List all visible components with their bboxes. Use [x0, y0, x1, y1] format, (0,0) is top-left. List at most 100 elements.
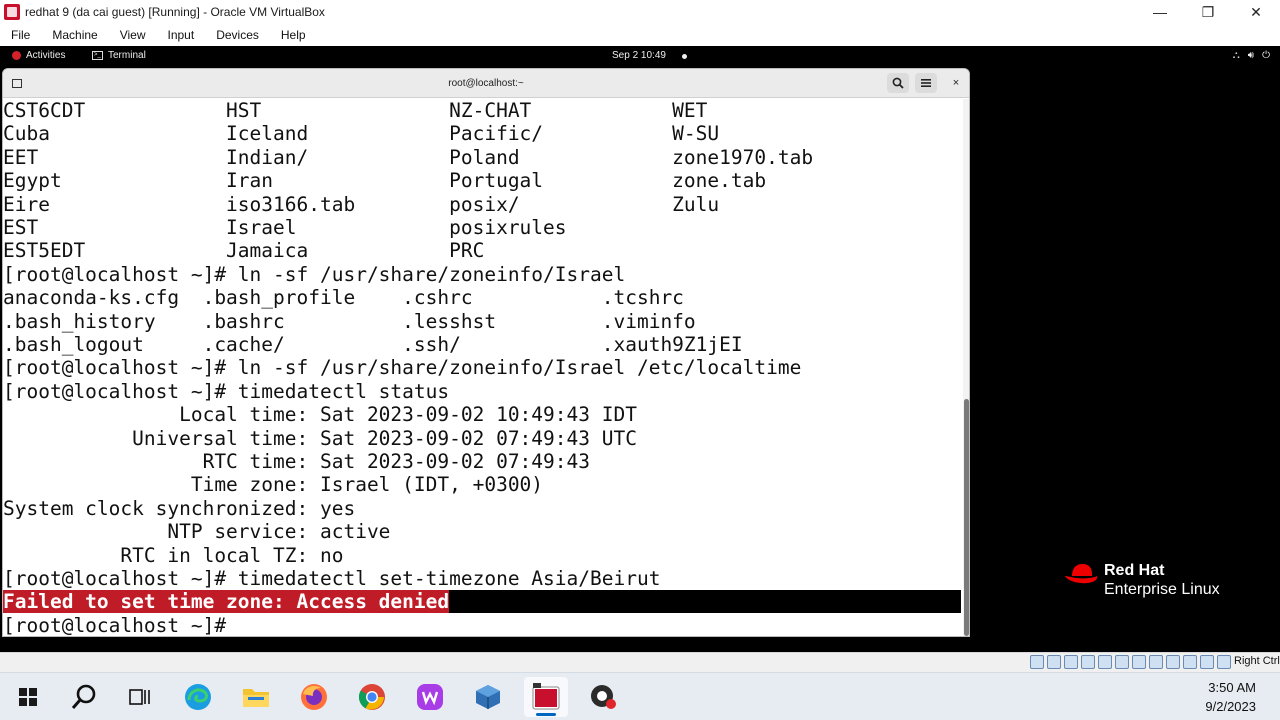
host-menubar: File Machine View Input Devices Help: [0, 24, 1280, 46]
redhat-wordmark: Red Hat Enterprise Linux: [1104, 562, 1220, 600]
terminal-output[interactable]: CST6CDT HST NZ-CHAT WET Cuba Iceland Pac…: [3, 99, 961, 637]
terminal-line: EST5EDT Jamaica PRC: [3, 239, 485, 263]
terminal-line: [root@localhost ~]# ln -sf /usr/share/zo…: [3, 262, 626, 286]
menu-help[interactable]: Help: [281, 28, 306, 42]
terminal-line: .bash_history .bashrc .lesshst .viminfo: [3, 309, 696, 333]
redhat-product: Enterprise Linux: [1104, 581, 1220, 598]
virtualbox-icon: [476, 685, 500, 709]
terminal-line: Cuba Iceland Pacific/ W-SU: [3, 122, 720, 146]
terminal-line: [root@localhost ~]# timedatectl set-time…: [3, 567, 661, 590]
host-window-controls: — ❐ ✕: [1136, 0, 1280, 24]
recording-icon[interactable]: [1149, 655, 1163, 669]
clock-time: 3:50 AM: [1208, 680, 1256, 695]
taskbar-recorder[interactable]: [582, 677, 626, 717]
mouse-integration-icon[interactable]: [1183, 655, 1197, 669]
terminal-line: EST Israel posixrules: [3, 216, 567, 239]
terminal-scrollbar[interactable]: [963, 99, 969, 636]
virtualbox-app-icon: [4, 4, 20, 20]
windows-taskbar: 3:50 AM 9/2/2023: [0, 672, 1280, 720]
redhat-hat-icon: [1065, 564, 1098, 584]
search-taskbar-button[interactable]: [62, 677, 106, 717]
activities-button[interactable]: Activities: [12, 50, 65, 61]
usb-icon[interactable]: [1098, 655, 1112, 669]
terminal-prompt: [root@localhost ~]#: [3, 613, 227, 637]
display-icon[interactable]: [1132, 655, 1146, 669]
app-menu-label: Terminal: [108, 50, 146, 61]
power-icon: ⏻: [1262, 50, 1270, 61]
task-view-button[interactable]: [118, 677, 162, 717]
host-titlebar: redhat 9 (da cai guest) [Running] - Orac…: [0, 0, 1280, 24]
search-button[interactable]: [887, 73, 909, 93]
close-icon: ×: [952, 77, 960, 89]
record-app-icon: [591, 685, 616, 709]
chrome-icon: [358, 684, 385, 710]
taskbar-chrome[interactable]: [350, 677, 394, 717]
search-icon: [71, 684, 96, 709]
hamburger-menu-button[interactable]: [915, 73, 937, 93]
menu-devices[interactable]: Devices: [216, 28, 259, 42]
taskbar-vm-window[interactable]: [524, 677, 568, 717]
terminal-line: [root@localhost ~]# timedatectl status: [3, 379, 450, 403]
terminal-line: NTP service: active: [3, 520, 391, 544]
optical-drive-icon[interactable]: [1047, 655, 1061, 669]
terminal-title: root@localhost:~: [448, 78, 524, 89]
redhat-vm-icon: [532, 683, 560, 710]
menu-machine[interactable]: Machine: [52, 28, 97, 42]
host-window-title: redhat 9 (da cai guest) [Running] - Orac…: [25, 5, 325, 19]
terminal-close-button[interactable]: ×: [946, 73, 966, 93]
terminal-line: Local time: Sat 2023-09-02 10:49:43 IDT: [3, 403, 637, 427]
active-indicator: [536, 713, 556, 716]
terminal-line: System clock synchronized: yes: [3, 496, 356, 520]
wps-office-icon: [417, 684, 443, 710]
terminal-line: Time zone: Israel (IDT, +0300): [3, 473, 544, 497]
redhat-branding: Red Hat Enterprise Linux: [1064, 562, 1220, 600]
vbox-device-icons: [1030, 655, 1231, 669]
menu-input[interactable]: Input: [168, 28, 195, 42]
gnome-top-bar: Activities >_ Terminal Sep 2 10:49 ⛬ 🔊︎ …: [0, 46, 1280, 67]
host-key-icon[interactable]: [1217, 655, 1231, 669]
start-button[interactable]: [6, 677, 50, 717]
system-status-area[interactable]: ⛬ 🔊︎ ⏻: [1233, 50, 1270, 61]
network-icon: ⛬: [1232, 50, 1240, 61]
error-message: Failed to set time zone: Access denied: [3, 590, 450, 613]
menu-icon: [921, 79, 931, 87]
redhat-name: Red Hat: [1104, 562, 1165, 579]
taskbar-wps[interactable]: [408, 677, 452, 717]
keyboard-icon[interactable]: [1200, 655, 1214, 669]
minimize-button[interactable]: —: [1136, 0, 1184, 24]
terminal-line: RTC time: Sat 2023-09-02 07:49:43: [3, 450, 590, 473]
guest-display[interactable]: Activities >_ Terminal Sep 2 10:49 ⛬ 🔊︎ …: [0, 46, 1280, 652]
taskbar-firefox[interactable]: [292, 677, 336, 717]
edge-icon: [185, 684, 211, 710]
folder-icon: [243, 689, 269, 707]
taskbar-virtualbox-manager[interactable]: [466, 677, 510, 717]
gnome-clock[interactable]: Sep 2 10:49: [612, 50, 666, 61]
cpu-icon[interactable]: [1166, 655, 1180, 669]
audio-icon[interactable]: [1064, 655, 1078, 669]
hard-disk-icon[interactable]: [1030, 655, 1044, 669]
vbox-status-bar: Right Ctrl: [0, 652, 1280, 672]
terminal-line: Universal time: Sat 2023-09-02 07:49:43 …: [3, 426, 637, 450]
close-button[interactable]: ✕: [1232, 0, 1280, 24]
network-adapter-icon[interactable]: [1081, 655, 1095, 669]
terminal-line: Eire iso3166.tab posix/ Zulu: [3, 192, 720, 216]
app-menu-terminal[interactable]: >_ Terminal: [92, 50, 146, 61]
notification-dot-icon: [682, 54, 687, 59]
taskbar-file-explorer[interactable]: [234, 677, 278, 717]
menu-view[interactable]: View: [120, 28, 146, 42]
menu-file[interactable]: File: [11, 28, 30, 42]
search-icon: [892, 77, 904, 89]
system-clock[interactable]: 3:50 AM 9/2/2023: [1205, 678, 1256, 716]
restore-button[interactable]: ❐: [1184, 0, 1232, 24]
windows-logo-icon: [19, 688, 37, 706]
clock-date: 9/2/2023: [1205, 699, 1256, 714]
terminal-icon: >_: [92, 51, 103, 60]
terminal-headerbar: root@localhost:~ ×: [3, 69, 969, 98]
taskbar-edge[interactable]: [176, 677, 220, 717]
volume-icon: 🔊︎: [1247, 50, 1255, 61]
scrollbar-thumb[interactable]: [964, 399, 969, 636]
terminal-line: EET Indian/ Poland zone1970.tab: [3, 145, 814, 169]
shared-folders-icon[interactable]: [1115, 655, 1129, 669]
terminal-window[interactable]: root@localhost:~ × CST6CDT HST NZ-CHAT W…: [2, 68, 970, 637]
terminal-line: CST6CDT HST NZ-CHAT WET: [3, 99, 708, 122]
